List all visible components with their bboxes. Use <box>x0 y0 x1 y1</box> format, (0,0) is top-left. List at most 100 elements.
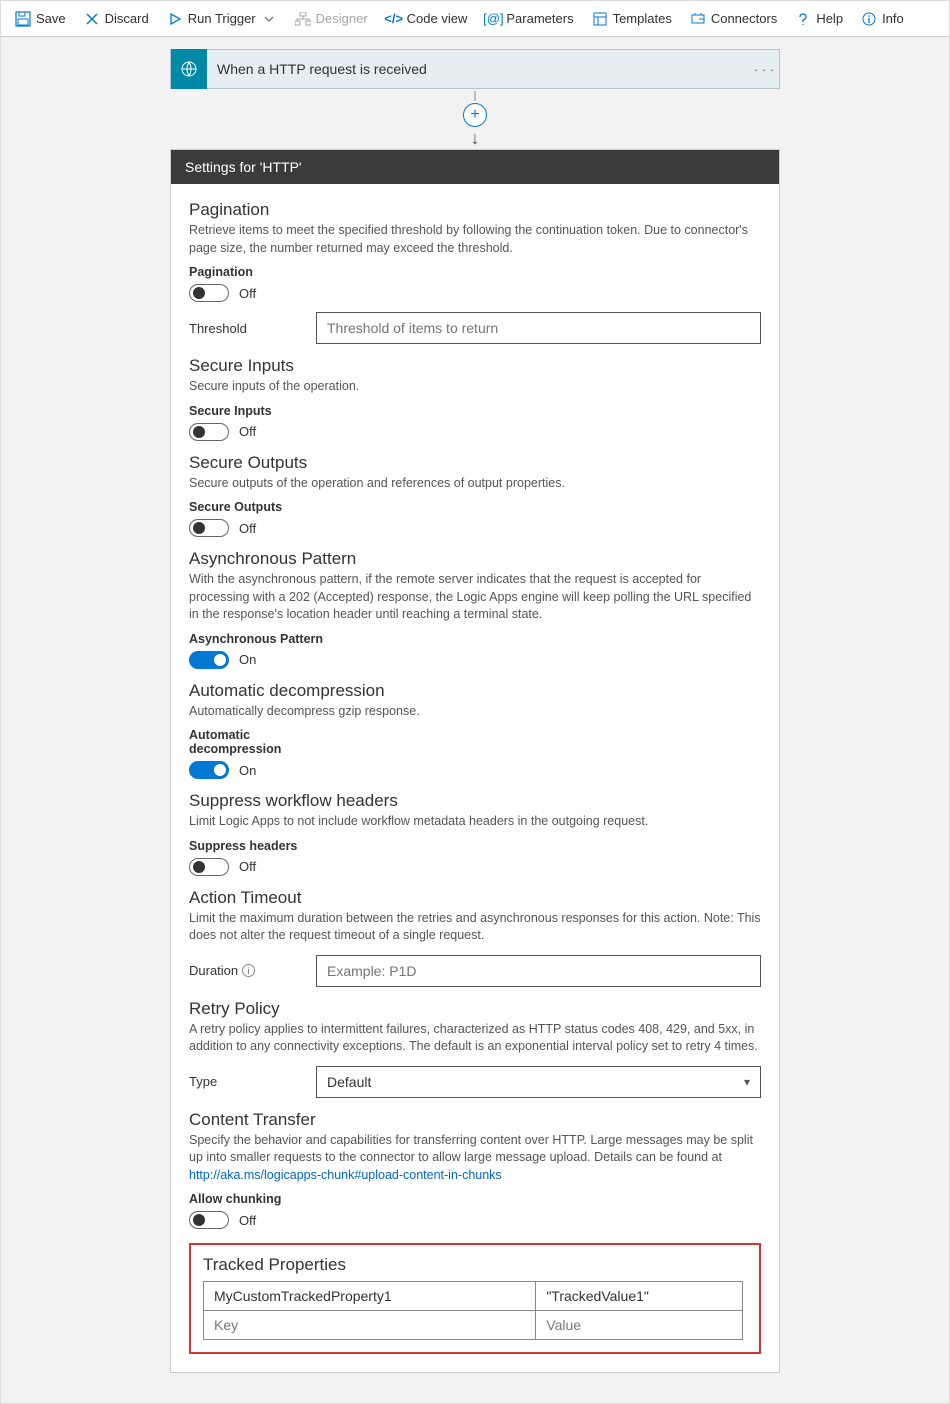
secure-outputs-title: Secure Outputs <box>189 453 761 473</box>
settings-header: Settings for 'HTTP' <box>171 150 779 184</box>
suppress-label: Suppress headers <box>189 839 761 853</box>
threshold-input[interactable] <box>316 312 761 344</box>
help-button[interactable]: Help <box>787 1 851 37</box>
settings-panel: Settings for 'HTTP' Pagination Retrieve … <box>170 149 780 1373</box>
parameters-icon: [@] <box>485 11 501 27</box>
tracked-key-cell[interactable]: MyCustomTrackedProperty1 <box>204 1282 536 1311</box>
tracked-key-input[interactable]: Key <box>204 1311 536 1340</box>
save-button[interactable]: Save <box>7 1 74 37</box>
secure-outputs-desc: Secure outputs of the operation and refe… <box>189 475 761 493</box>
pagination-title: Pagination <box>189 200 761 220</box>
templates-button[interactable]: Templates <box>584 1 680 37</box>
async-title: Asynchronous Pattern <box>189 549 761 569</box>
secure-outputs-state: Off <box>239 521 256 536</box>
info-label: Info <box>882 11 904 26</box>
pagination-toggle[interactable] <box>189 284 229 302</box>
timeout-desc: Limit the maximum duration between the r… <box>189 910 761 945</box>
designer-label: Designer <box>316 11 368 26</box>
secure-outputs-toggle[interactable] <box>189 519 229 537</box>
duration-input[interactable] <box>316 955 761 987</box>
chunking-label: Allow chunking <box>189 1192 761 1206</box>
chevron-down-icon <box>261 11 277 27</box>
help-icon <box>795 11 811 27</box>
secure-inputs-state: Off <box>239 424 256 439</box>
secure-inputs-label: Secure Inputs <box>189 404 761 418</box>
pagination-desc: Retrieve items to meet the specified thr… <box>189 222 761 257</box>
add-step-button[interactable]: + <box>463 103 487 127</box>
templates-label: Templates <box>613 11 672 26</box>
secure-inputs-toggle[interactable] <box>189 423 229 441</box>
chevron-down-icon: ▾ <box>744 1075 750 1089</box>
run-trigger-label: Run Trigger <box>188 11 256 26</box>
connectors-icon <box>690 11 706 27</box>
content-transfer-link[interactable]: http://aka.ms/logicapps-chunk#upload-con… <box>189 1168 502 1182</box>
help-label: Help <box>816 11 843 26</box>
code-view-button[interactable]: </> Code view <box>378 1 476 37</box>
tracked-properties-box: Tracked Properties MyCustomTrackedProper… <box>189 1243 761 1354</box>
secure-outputs-label: Secure Outputs <box>189 500 761 514</box>
code-icon: </> <box>386 11 402 27</box>
secure-inputs-desc: Secure inputs of the operation. <box>189 378 761 396</box>
discard-button[interactable]: Discard <box>76 1 157 37</box>
designer-canvas: When a HTTP request is received · · · + … <box>1 37 949 1403</box>
retry-type-select[interactable]: Default ▾ <box>316 1066 761 1098</box>
http-trigger-icon <box>171 49 207 89</box>
content-transfer-title: Content Transfer <box>189 1110 761 1130</box>
designer-button[interactable]: Designer <box>287 1 376 37</box>
async-label: Asynchronous Pattern <box>189 632 761 646</box>
retry-title: Retry Policy <box>189 999 761 1019</box>
parameters-label: Parameters <box>506 11 573 26</box>
secure-inputs-title: Secure Inputs <box>189 356 761 376</box>
connectors-label: Connectors <box>711 11 777 26</box>
parameters-button[interactable]: [@] Parameters <box>477 1 581 37</box>
toolbar: Save Discard Run Trigger Designer </> Co… <box>1 1 949 37</box>
pagination-state: Off <box>239 286 256 301</box>
retry-type-value: Default <box>327 1074 371 1090</box>
trigger-card[interactable]: When a HTTP request is received · · · <box>170 49 780 89</box>
code-view-label: Code view <box>407 11 468 26</box>
async-desc: With the asynchronous pattern, if the re… <box>189 571 761 624</box>
retry-desc: A retry policy applies to intermittent f… <box>189 1021 761 1056</box>
more-icon[interactable]: · · · <box>749 62 779 77</box>
templates-icon <box>592 11 608 27</box>
suppress-toggle[interactable] <box>189 858 229 876</box>
table-row: MyCustomTrackedProperty1 "TrackedValue1" <box>204 1282 743 1311</box>
info-icon <box>861 11 877 27</box>
async-state: On <box>239 652 256 667</box>
arrow-down-icon: ↓ <box>471 129 480 147</box>
trigger-title: When a HTTP request is received <box>207 61 749 77</box>
run-trigger-button[interactable]: Run Trigger <box>159 1 285 37</box>
suppress-state: Off <box>239 859 256 874</box>
chunking-toggle[interactable] <box>189 1211 229 1229</box>
decomp-state: On <box>239 763 256 778</box>
content-transfer-desc: Specify the behavior and capabilities fo… <box>189 1132 761 1185</box>
duration-label: Duration i <box>189 963 304 978</box>
tracked-properties-title: Tracked Properties <box>203 1255 747 1275</box>
info-icon[interactable]: i <box>242 964 255 977</box>
save-icon <box>15 11 31 27</box>
tracked-properties-table: MyCustomTrackedProperty1 "TrackedValue1"… <box>203 1281 743 1340</box>
retry-type-label: Type <box>189 1074 304 1089</box>
info-button[interactable]: Info <box>853 1 912 37</box>
pagination-label: Pagination <box>189 265 761 279</box>
discard-label: Discard <box>105 11 149 26</box>
chunking-state: Off <box>239 1213 256 1228</box>
connector-line: + ↓ <box>463 91 487 147</box>
close-icon <box>84 11 100 27</box>
decomp-title: Automatic decompression <box>189 681 761 701</box>
tracked-value-cell[interactable]: "TrackedValue1" <box>536 1282 743 1311</box>
table-row: Key Value <box>204 1311 743 1340</box>
tracked-value-input[interactable]: Value <box>536 1311 743 1340</box>
decomp-desc: Automatically decompress gzip response. <box>189 703 761 721</box>
suppress-title: Suppress workflow headers <box>189 791 761 811</box>
decomp-label: Automatic decompression <box>189 728 299 756</box>
timeout-title: Action Timeout <box>189 888 761 908</box>
connectors-button[interactable]: Connectors <box>682 1 785 37</box>
play-icon <box>167 11 183 27</box>
designer-icon <box>295 11 311 27</box>
suppress-desc: Limit Logic Apps to not include workflow… <box>189 813 761 831</box>
async-toggle[interactable] <box>189 651 229 669</box>
save-label: Save <box>36 11 66 26</box>
threshold-label: Threshold <box>189 321 304 336</box>
decomp-toggle[interactable] <box>189 761 229 779</box>
